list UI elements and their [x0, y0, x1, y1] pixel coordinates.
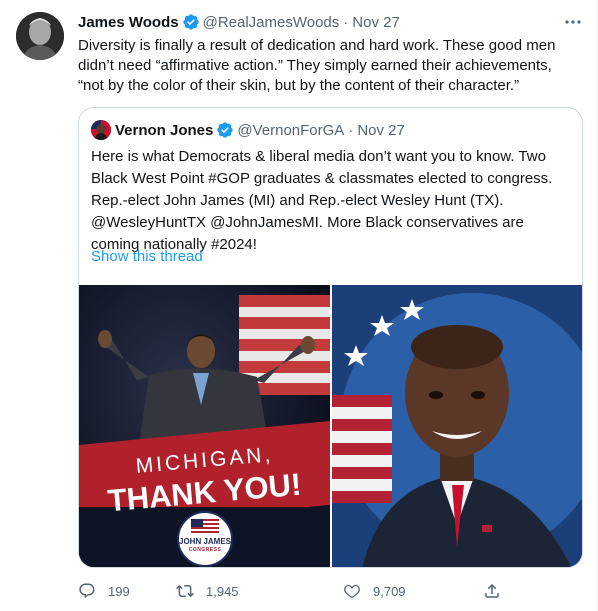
- like-button[interactable]: 9,709: [343, 578, 406, 604]
- campaign-logo-sub: CONGRESS: [188, 547, 222, 553]
- share-icon: [485, 583, 499, 598]
- more-icon[interactable]: [563, 14, 583, 30]
- quote-media: MICHIGAN, THANK YOU! JOHN JAMES CONGRESS: [79, 285, 582, 567]
- campaign-logo: JOHN JAMES CONGRESS: [177, 511, 233, 567]
- author-name[interactable]: James Woods: [78, 14, 179, 31]
- tweet-timestamp[interactable]: Nov 27: [352, 14, 400, 31]
- author-avatar[interactable]: [16, 12, 64, 60]
- quote-author-name[interactable]: Vernon Jones: [115, 122, 213, 139]
- retweet-button[interactable]: 1,945: [176, 578, 239, 604]
- reply-button[interactable]: 199: [78, 578, 130, 604]
- separator-dot: ·: [343, 13, 349, 31]
- reply-count: 199: [108, 583, 130, 599]
- quote-author-avatar[interactable]: [91, 120, 111, 140]
- share-button[interactable]: [483, 578, 513, 604]
- tweet-card[interactable]: James Woods @RealJamesWoods · Nov 27 Div…: [0, 0, 598, 611]
- tweet-header: James Woods @RealJamesWoods · Nov 27: [78, 12, 400, 32]
- quote-timestamp[interactable]: Nov 27: [357, 122, 405, 139]
- quote-author-handle[interactable]: @VernonForGA: [237, 122, 344, 139]
- quote-header: Vernon Jones @VernonForGA · Nov 27: [91, 120, 405, 140]
- like-count: 9,709: [373, 583, 406, 599]
- reply-icon: [79, 583, 95, 599]
- tweet-text: Diversity is finally a result of dedicat…: [78, 37, 556, 94]
- show-thread-link[interactable]: Show this thread: [91, 248, 203, 265]
- media-image-right[interactable]: [332, 285, 582, 567]
- like-icon: [344, 585, 360, 599]
- action-bar: 199 1,945 9,709: [78, 578, 508, 604]
- verified-badge-icon: [217, 122, 234, 138]
- quoted-tweet[interactable]: Vernon Jones @VernonForGA · Nov 27 Here …: [78, 107, 583, 568]
- retweet-icon: [176, 584, 194, 598]
- campaign-logo-name: JOHN JAMES: [179, 537, 232, 546]
- quote-text: Here is what Democrats & liberal media d…: [91, 148, 553, 253]
- retweet-count: 1,945: [206, 583, 239, 599]
- separator-dot: ·: [348, 121, 354, 139]
- media-image-left[interactable]: MICHIGAN, THANK YOU! JOHN JAMES CONGRESS: [79, 285, 330, 567]
- author-handle[interactable]: @RealJamesWoods: [203, 14, 340, 31]
- verified-badge-icon: [182, 14, 199, 30]
